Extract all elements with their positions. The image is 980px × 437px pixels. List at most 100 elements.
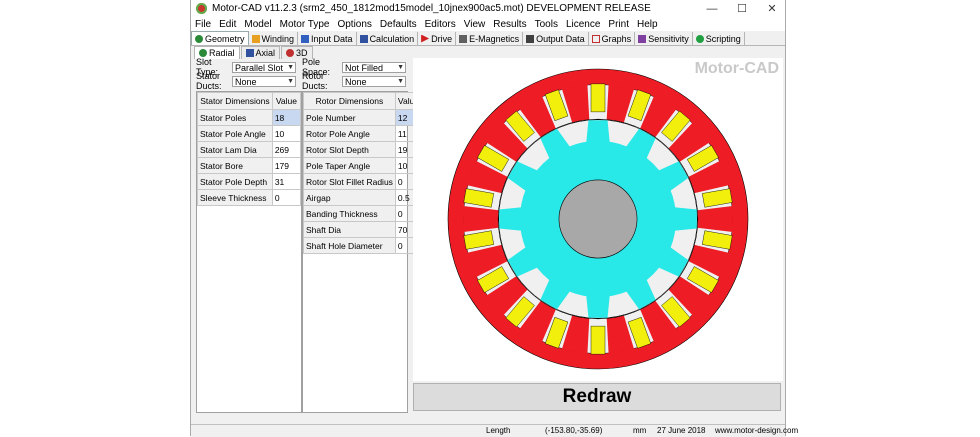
coil-side [590, 325, 606, 355]
main-tab-bar: Geometry Winding Input Data Calculation … [191, 31, 785, 46]
stator-bore-cell[interactable]: 179 [271, 157, 302, 174]
stator-value-header: Value [271, 92, 302, 110]
tab-sensitivity[interactable]: Sensitivity [635, 32, 693, 45]
units-label: mm [633, 426, 647, 435]
table-row: Shaft Hole Diameter 0 [303, 237, 423, 254]
motor-cad-logo-icon [196, 3, 207, 14]
coil-side [590, 83, 606, 113]
title-bar: Motor-CAD v11.2.3 (srm2_450_1812mod15mod… [191, 0, 785, 17]
motor-drawing [447, 68, 749, 370]
rotor-pole [586, 120, 610, 143]
stator-poles-cell[interactable]: 18 [271, 109, 302, 126]
pole-space-select[interactable]: Not Filled ▼ [342, 61, 406, 73]
menu-editors[interactable]: Editors [421, 19, 460, 30]
table-row: Rotor Pole Angle 11 [303, 125, 423, 142]
stator-pole [697, 206, 733, 232]
table-row: Stator Bore 179 [197, 157, 302, 174]
menu-defaults[interactable]: Defaults [376, 19, 421, 30]
stator-pole [463, 206, 499, 232]
redraw-button[interactable]: Redraw [413, 383, 781, 411]
shaft [558, 179, 638, 259]
maximize-button[interactable]: ☐ [727, 0, 757, 17]
tab-scripting[interactable]: Scripting [693, 32, 745, 45]
tab-winding[interactable]: Winding [249, 32, 299, 45]
scripting-icon [695, 34, 704, 43]
menu-tools[interactable]: Tools [531, 19, 562, 30]
tab-input-data[interactable]: Input Data [298, 32, 357, 45]
drive-icon [421, 34, 430, 43]
menu-licence[interactable]: Licence [562, 19, 604, 30]
stator-coil [590, 83, 606, 113]
menu-options[interactable]: Options [333, 19, 375, 30]
table-row: Shaft Dia 70 [303, 221, 423, 238]
stator-pole-angle-cell[interactable]: 10 [271, 125, 302, 142]
menu-motor-type[interactable]: Motor Type [276, 19, 334, 30]
tab-drive[interactable]: Drive [418, 32, 457, 45]
menu-view[interactable]: View [460, 19, 490, 30]
date-label: 27 June 2018 [657, 426, 706, 435]
minimize-button[interactable]: — [697, 0, 727, 17]
chevron-down-icon: ▼ [397, 63, 404, 71]
chevron-down-icon: ▼ [287, 77, 294, 85]
rotor-pole [674, 207, 697, 231]
table-row: Rotor Slot Fillet Radius 0 [303, 173, 423, 190]
stator-coil [590, 325, 606, 355]
website-label: www.motor-design.com [715, 426, 799, 435]
rotor-dimensions-header: Rotor Dimensions [303, 92, 396, 110]
stator-ducts-label: Stator Ducts: [196, 71, 222, 91]
rotor-pole [586, 295, 610, 318]
table-row: Airgap 0.5 [303, 189, 423, 206]
stator-pole-depth-cell[interactable]: 31 [271, 173, 302, 190]
e-magnetics-icon [459, 34, 468, 43]
stator-dimensions-grid: Stator Dimensions Value Stator Poles 18 … [196, 91, 302, 413]
menu-results[interactable]: Results [489, 19, 530, 30]
motor-cad-watermark: Motor-CAD [694, 60, 779, 77]
menu-help[interactable]: Help [633, 19, 662, 30]
output-data-icon [526, 34, 535, 43]
table-row: Pole Taper Angle 10 [303, 157, 423, 174]
window-title: Motor-CAD v11.2.3 (srm2_450_1812mod15mod… [212, 3, 651, 14]
sensitivity-icon [638, 34, 647, 43]
menu-model[interactable]: Model [240, 19, 275, 30]
close-button[interactable]: ✕ [757, 0, 787, 17]
input-data-icon [301, 34, 310, 43]
table-row: Stator Pole Angle 10 [197, 125, 302, 142]
tab-e-magnetics[interactable]: E-Magnetics [456, 32, 524, 45]
geometry-icon [195, 34, 203, 43]
rotor-ducts-label: Rotor Ducts: [302, 71, 328, 91]
stator-lam-dia-cell[interactable]: 269 [271, 141, 302, 158]
rotor-ducts-row: Rotor Ducts: None ▼ [302, 71, 406, 91]
chevron-down-icon: ▼ [287, 63, 294, 71]
winding-icon [251, 34, 260, 43]
sleeve-thickness-cell[interactable]: 0 [271, 189, 302, 206]
table-row: Banding Thickness 0 [303, 205, 423, 222]
stator-dimensions-header: Stator Dimensions [197, 92, 273, 110]
table-row: Stator Poles 18 [197, 109, 302, 126]
axial-icon [245, 49, 254, 57]
menu-file[interactable]: File [191, 19, 215, 30]
tab-output-data[interactable]: Output Data [523, 32, 589, 45]
subtab-axial[interactable]: Axial [240, 46, 281, 59]
table-row: Stator Pole Depth 31 [197, 173, 302, 190]
menu-print[interactable]: Print [604, 19, 633, 30]
slot-type-select[interactable]: Parallel Slot ▼ [232, 61, 296, 73]
tab-graphs[interactable]: Graphs [589, 32, 636, 45]
status-bar: Length (-153.80,-35.69) mm 27 June 2018 … [191, 424, 798, 437]
table-row: Sleeve Thickness 0 [197, 189, 302, 206]
stator-ducts-select[interactable]: None ▼ [232, 75, 296, 87]
table-row: Stator Lam Dia 269 [197, 141, 302, 158]
menu-edit[interactable]: Edit [215, 19, 240, 30]
calculation-icon [359, 34, 368, 43]
table-row: Pole Number 12 [303, 109, 423, 126]
app-window: Motor-CAD v11.2.3 (srm2_450_1812mod15mod… [190, 0, 798, 437]
rotor-ducts-select[interactable]: None ▼ [342, 75, 406, 87]
table-row: Rotor Slot Depth 19 [303, 141, 423, 158]
3d-icon [286, 49, 295, 57]
motor-cross-section-view[interactable]: Motor-CAD [413, 58, 783, 381]
menu-bar: File Edit Model Motor Type Options Defau… [191, 17, 785, 31]
graphs-icon [591, 34, 600, 43]
cursor-coordinates: (-153.80,-35.69) [545, 426, 603, 435]
tab-geometry[interactable]: Geometry [191, 31, 249, 45]
tab-calculation[interactable]: Calculation [357, 32, 419, 45]
rotor-pole [499, 207, 522, 231]
